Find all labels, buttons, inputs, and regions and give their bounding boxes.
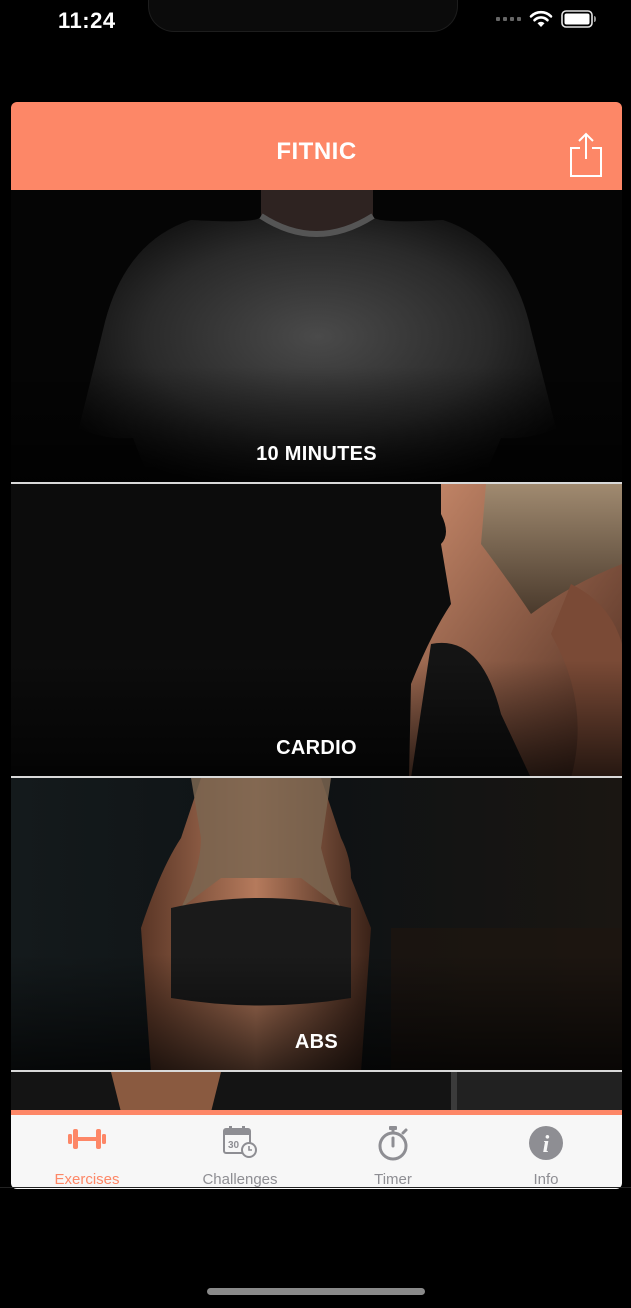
next-workout-photo: [11, 1072, 622, 1112]
phone-screen: 11:24 FITNIC 10 MINUTES CARDIO ABS Exerc…: [0, 0, 631, 1308]
wifi-icon: [529, 10, 553, 27]
info-icon: i: [529, 1126, 563, 1160]
workout-list[interactable]: 10 MINUTES CARDIO ABS: [11, 190, 622, 1112]
workout-row-10-minutes[interactable]: 10 MINUTES: [11, 190, 622, 484]
workout-row-abs[interactable]: ABS: [11, 778, 622, 1072]
workout-label: CARDIO: [276, 737, 357, 759]
dumbbell-icon: [68, 1129, 106, 1149]
calendar-30-icon: 30: [223, 1126, 257, 1158]
home-indicator[interactable]: [207, 1288, 425, 1295]
tab-bar: Exercises 30 Challenges Timer i Info: [11, 1110, 622, 1189]
woman-side-profile-photo: [11, 484, 622, 776]
share-icon: [570, 132, 602, 177]
workout-row-cardio[interactable]: CARDIO: [11, 484, 622, 778]
divider: [0, 1187, 631, 1188]
workout-label: 10 MINUTES: [256, 443, 377, 465]
tab-exercises[interactable]: Exercises: [11, 1115, 163, 1189]
tab-info[interactable]: i Info: [470, 1115, 622, 1189]
svg-text:30: 30: [228, 1140, 240, 1151]
status-icons: [496, 10, 597, 28]
battery-icon: [561, 10, 596, 28]
workout-row-next-peek[interactable]: [11, 1072, 622, 1112]
workout-label: ABS: [294, 1031, 339, 1053]
tab-label: Info: [533, 1171, 559, 1188]
man-gray-tshirt-photo: [11, 190, 622, 482]
tab-timer[interactable]: Timer: [317, 1115, 469, 1189]
tab-label: Exercises: [54, 1171, 120, 1188]
app-title: FITNIC: [276, 138, 357, 165]
tab-label: Timer: [374, 1171, 412, 1188]
share-button[interactable]: [568, 132, 604, 178]
svg-text:i: i: [543, 1132, 550, 1158]
tab-label: Challenges: [202, 1171, 278, 1188]
status-bar: 11:24: [0, 0, 631, 44]
cellular-signal-icon: [496, 17, 521, 21]
tab-challenges[interactable]: 30 Challenges: [164, 1115, 316, 1189]
app-window: FITNIC 10 MINUTES CARDIO ABS Exercises 3…: [11, 102, 622, 1189]
stopwatch-icon: [378, 1126, 408, 1161]
device-notch: [148, 0, 458, 32]
status-time: 11:24: [58, 8, 116, 33]
navigation-bar: FITNIC: [11, 102, 622, 190]
woman-sports-bra-photo: [11, 778, 622, 1070]
